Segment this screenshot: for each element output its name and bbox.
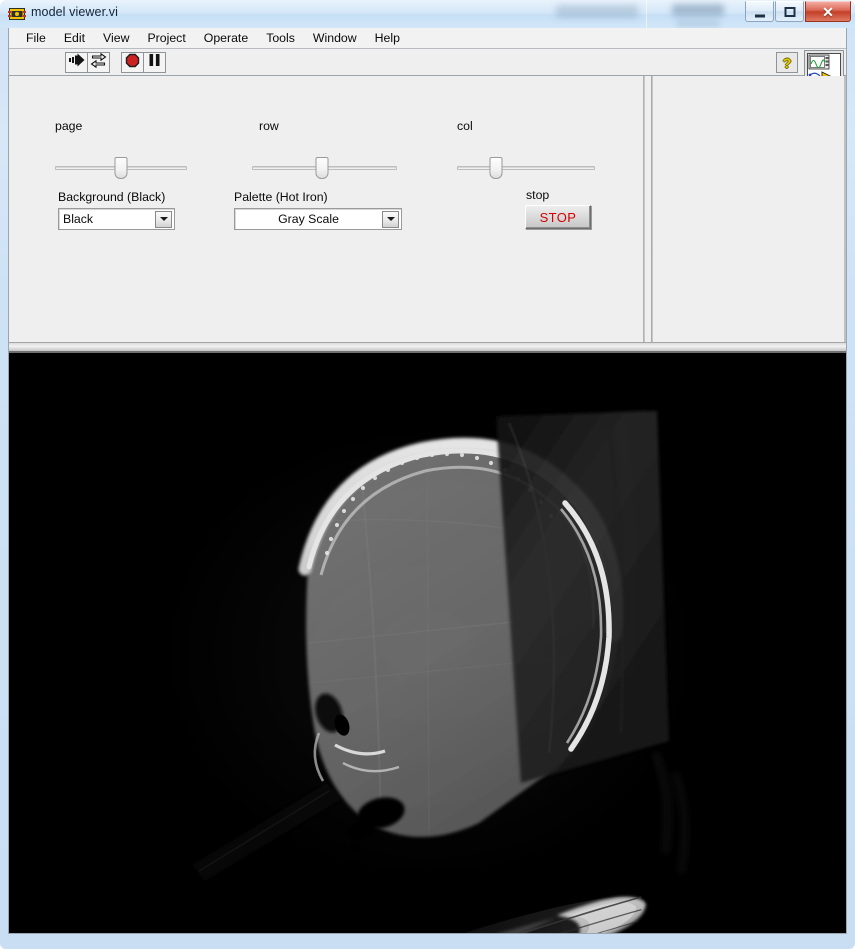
horizontal-scrollbar[interactable] bbox=[9, 342, 846, 352]
col-slider[interactable] bbox=[457, 157, 595, 179]
control-panel: page row col Background (Black) Black Pa… bbox=[9, 76, 846, 390]
row-slider[interactable] bbox=[252, 157, 397, 179]
stop-label: stop bbox=[526, 188, 550, 202]
title-bar[interactable]: model viewer.vi ✕ bbox=[0, 0, 855, 28]
stop-button[interactable]: STOP bbox=[525, 205, 591, 229]
minimize-button[interactable] bbox=[745, 1, 774, 22]
minimize-icon bbox=[754, 14, 765, 17]
palette-ring-value: Gray Scale bbox=[278, 212, 339, 226]
menu-item-project[interactable]: Project bbox=[138, 29, 194, 47]
panel-vertical-divider bbox=[643, 76, 645, 342]
close-icon: ✕ bbox=[822, 3, 834, 20]
col-slider-thumb[interactable] bbox=[489, 157, 503, 179]
background-ring-label: Background (Black) bbox=[58, 190, 166, 204]
background-window-blur-3 bbox=[676, 20, 720, 27]
background-ring[interactable]: Black bbox=[58, 208, 175, 230]
row-slider-label: row bbox=[259, 119, 279, 133]
abort-button[interactable] bbox=[121, 52, 144, 73]
background-ring-value: Black bbox=[63, 212, 94, 226]
run-continuous-icon bbox=[90, 52, 107, 73]
window-controls: ✕ bbox=[745, 1, 851, 22]
page-slider-thumb[interactable] bbox=[114, 157, 128, 179]
client-area: File Edit View Project Operate Tools Win… bbox=[8, 28, 847, 934]
menu-item-edit[interactable]: Edit bbox=[55, 29, 94, 47]
menu-item-window[interactable]: Window bbox=[304, 29, 366, 47]
maximize-icon bbox=[784, 6, 795, 17]
maximize-button[interactable] bbox=[775, 1, 804, 22]
menu-item-tools[interactable]: Tools bbox=[257, 29, 304, 47]
run-arrow-icon bbox=[68, 53, 85, 72]
palette-ring-label: Palette (Hot Iron) bbox=[234, 190, 328, 204]
chevron-down-icon-palette[interactable] bbox=[382, 210, 399, 228]
context-help-button[interactable]: ? bbox=[776, 52, 798, 73]
background-window-blur bbox=[556, 5, 638, 18]
labview-vi-icon bbox=[8, 5, 26, 23]
stop-button-label: STOP bbox=[539, 209, 577, 225]
application-window: model viewer.vi ✕ File Edit View Project… bbox=[0, 0, 855, 949]
page-slider[interactable] bbox=[55, 157, 187, 179]
menu-item-operate[interactable]: Operate bbox=[195, 29, 257, 47]
menu-item-help[interactable]: Help bbox=[366, 29, 409, 47]
page-slider-label: page bbox=[55, 119, 83, 133]
pause-button[interactable] bbox=[143, 52, 166, 73]
run-button[interactable] bbox=[65, 52, 88, 73]
col-slider-label: col bbox=[457, 119, 473, 133]
menu-bar: File Edit View Project Operate Tools Win… bbox=[9, 28, 846, 49]
chevron-down-icon[interactable] bbox=[155, 210, 172, 228]
background-window-blur-2 bbox=[672, 4, 724, 16]
help-question-icon: ? bbox=[782, 54, 792, 71]
menu-item-view[interactable]: View bbox=[94, 29, 138, 47]
abort-stop-icon bbox=[125, 53, 140, 73]
close-button[interactable]: ✕ bbox=[805, 1, 851, 22]
col-slider-track[interactable] bbox=[457, 166, 595, 170]
ct-volume-render[interactable] bbox=[9, 352, 846, 933]
toolbar: ? bbox=[9, 49, 846, 92]
window-title: model viewer.vi bbox=[31, 5, 118, 19]
run-continuously-button[interactable] bbox=[87, 52, 110, 73]
toolbar-button-group bbox=[65, 52, 166, 73]
row-slider-thumb[interactable] bbox=[315, 157, 329, 179]
menu-item-file[interactable]: File bbox=[17, 29, 55, 47]
background-pane-edge bbox=[646, 0, 647, 28]
pause-icon bbox=[148, 53, 161, 72]
palette-ring[interactable]: Gray Scale bbox=[234, 208, 402, 230]
